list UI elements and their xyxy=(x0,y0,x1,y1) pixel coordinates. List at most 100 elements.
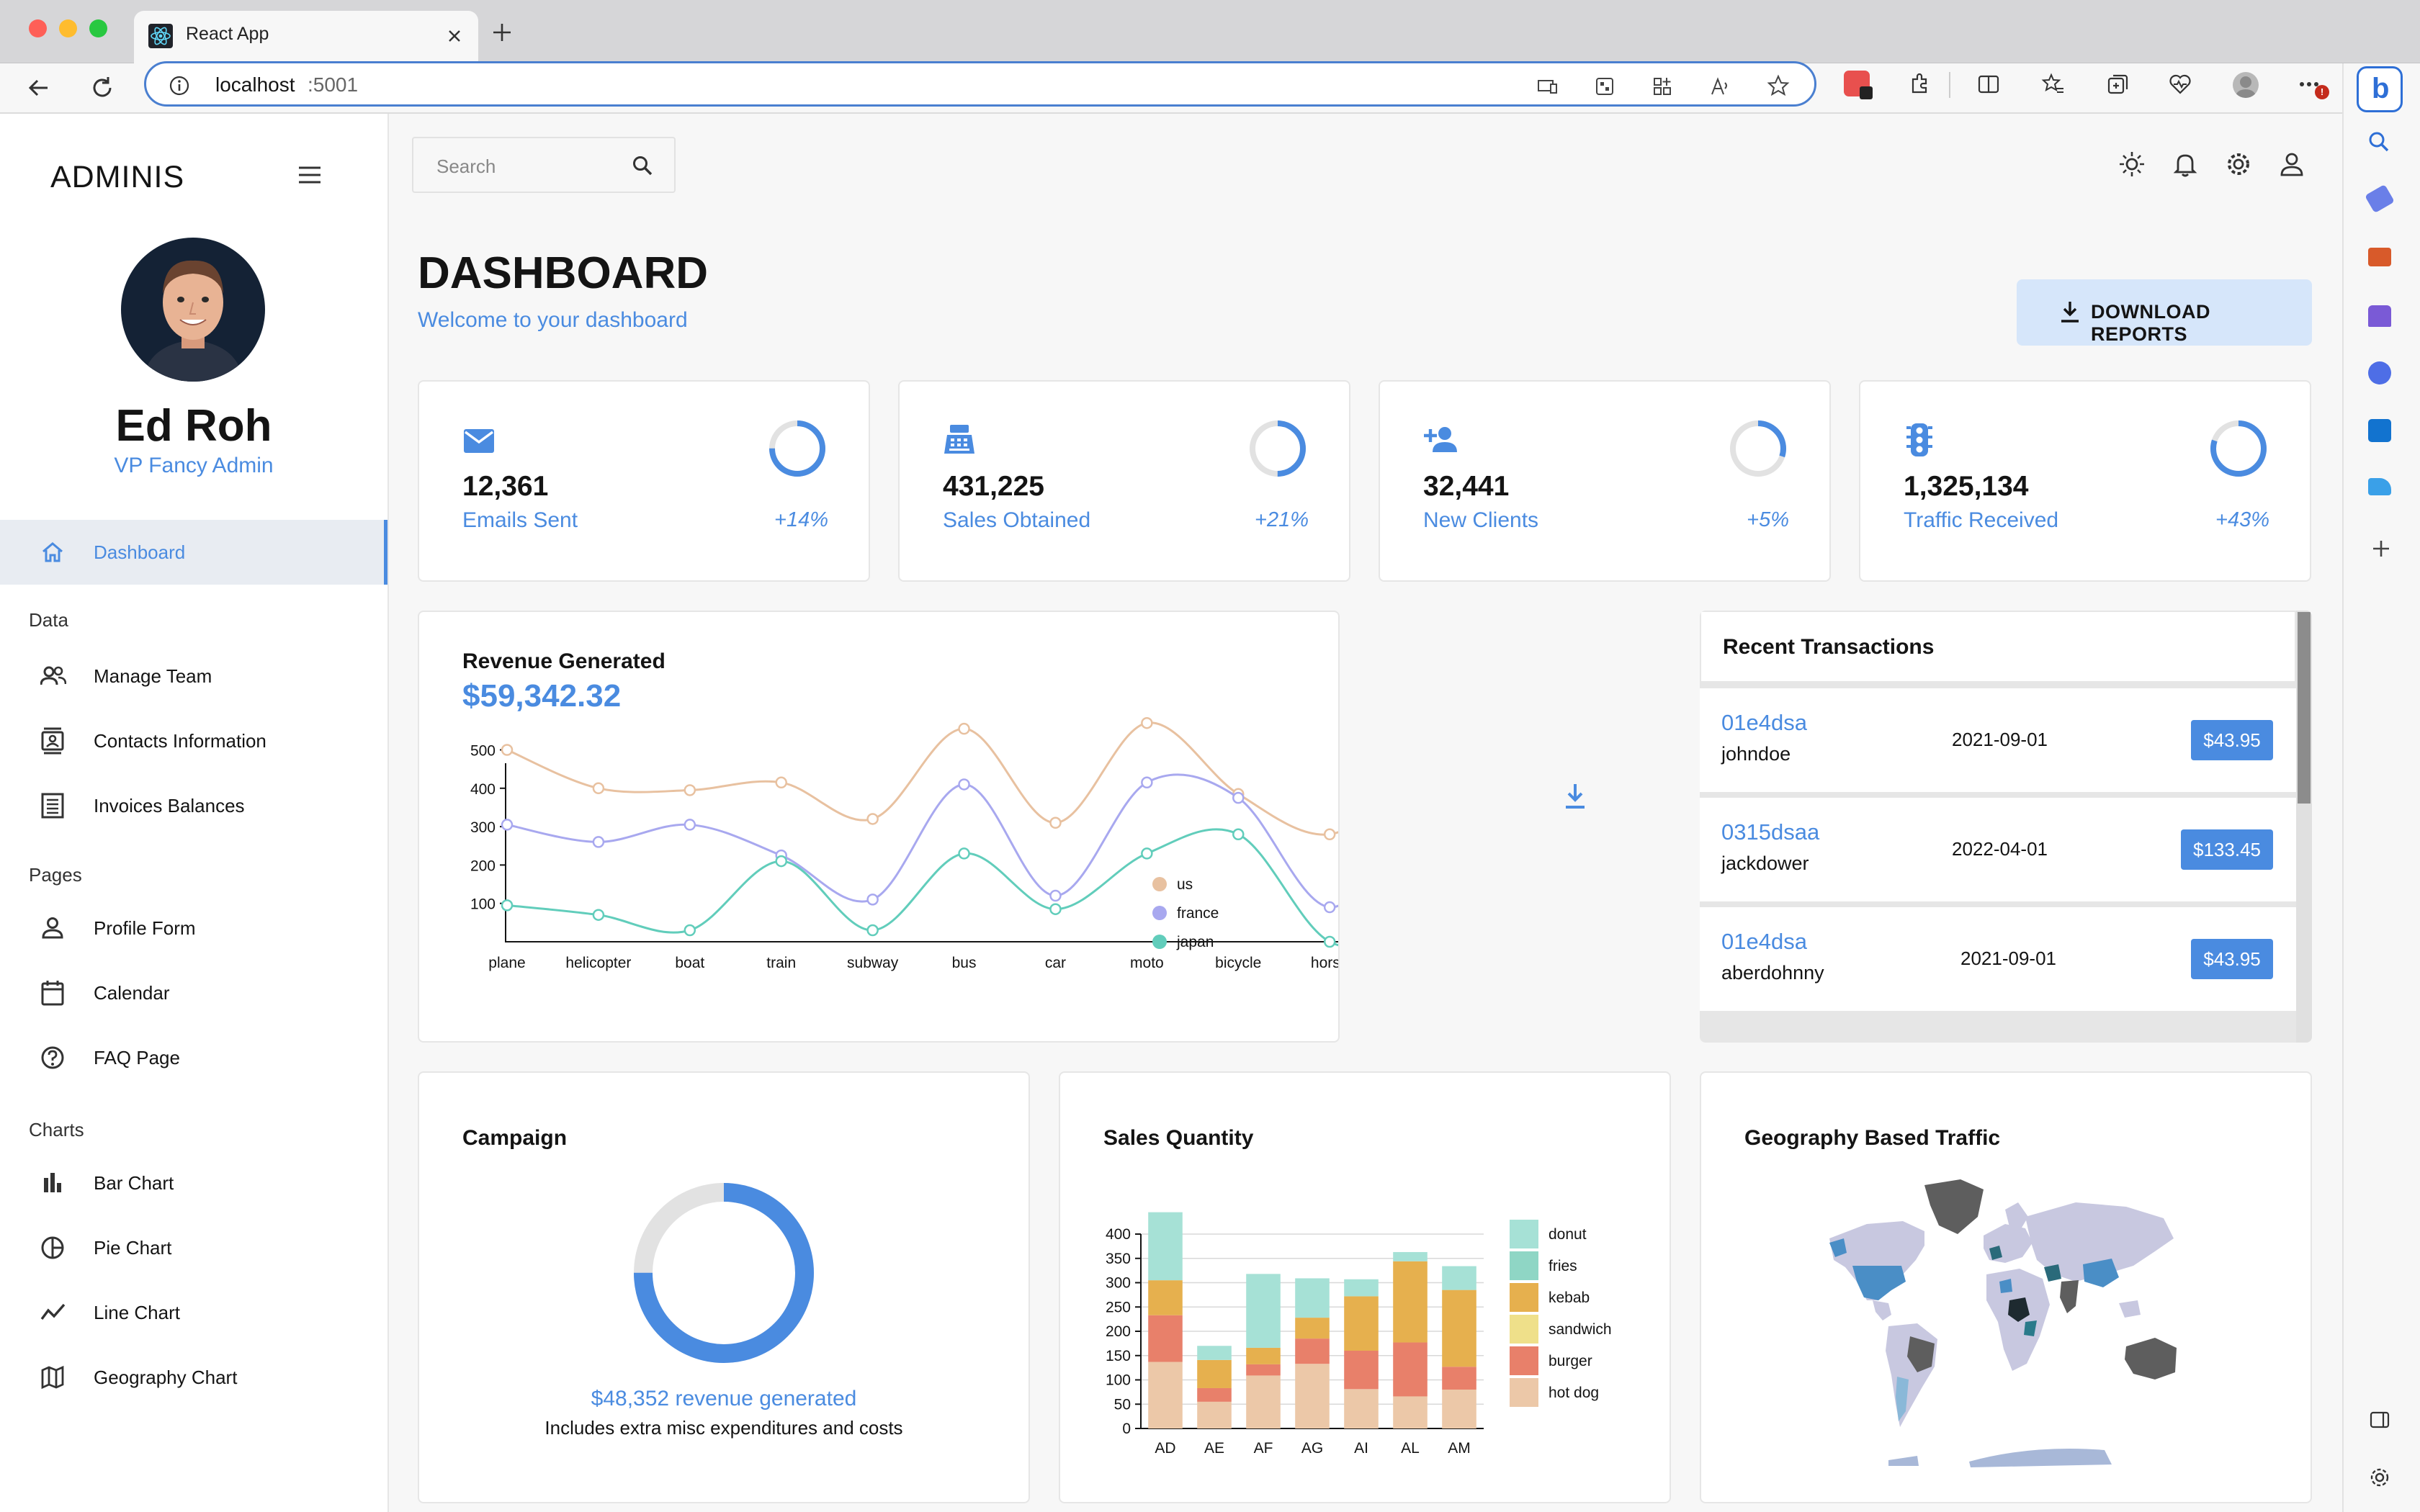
section-data: Data xyxy=(29,609,68,631)
extensions-icon[interactable] xyxy=(1907,72,1932,96)
sidebar-item-line-chart[interactable]: Line Chart xyxy=(0,1280,387,1345)
settings-icon[interactable] xyxy=(2224,150,2253,179)
drop-icon[interactable] xyxy=(2368,478,2391,495)
x-tick-label: AD xyxy=(1155,1440,1175,1457)
y-tick-label: 100 xyxy=(1106,1372,1131,1389)
download-label: DOWNLOAD REPORTS xyxy=(2091,301,2210,345)
bar-segment-kebab xyxy=(1442,1290,1476,1367)
qr-code-icon[interactable] xyxy=(1594,76,1615,97)
tab-title: React App xyxy=(186,24,269,44)
bar-segment-hot-dog xyxy=(1295,1364,1330,1428)
account-icon[interactable] xyxy=(2277,150,2306,179)
minimize-window-button[interactable] xyxy=(59,19,77,37)
data-point xyxy=(684,784,696,796)
copilot-button[interactable]: b xyxy=(2357,66,2403,112)
data-point xyxy=(1049,903,1062,915)
outlook-icon[interactable] xyxy=(2368,419,2391,442)
microsoft365-icon[interactable] xyxy=(2368,361,2391,384)
transaction-cost: $133.45 xyxy=(2181,829,2273,870)
address-bar[interactable]: localhost :5001 xyxy=(144,61,1816,107)
transaction-row[interactable]: 0315dsaa jackdower 2022-04-01 $133.45 xyxy=(1700,798,2296,901)
legend-label: donut xyxy=(1549,1226,1587,1243)
sidebar-settings-icon[interactable] xyxy=(2368,1466,2391,1489)
x-tick-label: AG xyxy=(1301,1440,1323,1457)
sidebar-item-label: Dashboard xyxy=(94,541,186,563)
sidebar-item-bar-chart[interactable]: Bar Chart xyxy=(0,1151,387,1215)
y-tick-label: 100 xyxy=(470,896,496,913)
sidebar-item-geography-chart[interactable]: Geography Chart xyxy=(0,1345,387,1410)
sidebar-item-invoices[interactable]: Invoices Balances xyxy=(0,773,387,838)
y-tick-label: 300 xyxy=(470,819,496,836)
stat-increase: +5% xyxy=(1747,508,1789,531)
legend-label: burger xyxy=(1549,1353,1592,1369)
x-tick-label: AM xyxy=(1448,1440,1471,1457)
favorites-icon[interactable] xyxy=(2041,72,2066,96)
transaction-row[interactable]: 01e4dsa johndoe 2021-09-01 $43.95 xyxy=(1700,688,2296,792)
sidebar-item-faq[interactable]: FAQ Page xyxy=(0,1025,387,1090)
close-window-button[interactable] xyxy=(29,19,47,37)
react-icon xyxy=(148,24,173,48)
bar-chart-icon xyxy=(44,1173,61,1192)
collections-icon[interactable] xyxy=(2106,72,2130,96)
browser-essentials-icon[interactable] xyxy=(2168,72,2192,96)
data-point xyxy=(592,909,605,921)
campaign-revenue: $48,352 revenue generated xyxy=(591,1387,857,1410)
browser-tab[interactable]: React App xyxy=(134,11,478,63)
bar-segment-donut xyxy=(1148,1212,1183,1281)
x-tick-label: train xyxy=(766,955,796,971)
menu-icon[interactable] xyxy=(297,164,323,186)
favorite-star-icon[interactable] xyxy=(1767,74,1790,97)
notifications-icon[interactable] xyxy=(2171,150,2200,179)
person-add-icon xyxy=(1424,427,1457,452)
tools-briefcase-icon[interactable] xyxy=(2368,248,2391,266)
close-tab-icon[interactable] xyxy=(447,28,462,44)
maximize-window-button[interactable] xyxy=(89,19,107,37)
contacts-icon xyxy=(41,727,64,755)
transaction-user: aberdohnny xyxy=(1721,962,1824,984)
download-revenue-icon[interactable] xyxy=(1562,782,1588,811)
split-screen-icon[interactable] xyxy=(1976,72,2001,96)
stat-value: 12,361 xyxy=(462,471,549,502)
data-point xyxy=(684,819,696,831)
hide-sidebar-icon[interactable] xyxy=(2368,1408,2391,1431)
app-available-icon[interactable] xyxy=(1536,76,1558,97)
apps-icon[interactable] xyxy=(1652,76,1673,97)
data-point xyxy=(1141,776,1153,789)
search-sidebar-icon[interactable] xyxy=(2367,130,2391,154)
map-icon xyxy=(41,1365,64,1390)
sidebar-item-manage-team[interactable]: Manage Team xyxy=(0,644,387,708)
data-point xyxy=(1323,828,1336,841)
sidebar-item-dashboard[interactable]: Dashboard xyxy=(0,520,387,585)
bar-segment-hot-dog xyxy=(1197,1401,1232,1428)
bar-segment-hot-dog xyxy=(1344,1389,1379,1428)
sidebar-item-profile-form[interactable]: Profile Form xyxy=(0,896,387,960)
info-icon[interactable] xyxy=(169,75,190,96)
data-point xyxy=(1323,935,1336,948)
data-point xyxy=(592,782,605,795)
back-icon[interactable] xyxy=(26,75,52,101)
sidebar-item-contacts[interactable]: Contacts Information xyxy=(0,708,387,773)
map-greenland xyxy=(1924,1179,1984,1234)
download-reports-button[interactable]: DOWNLOAD REPORTS xyxy=(2017,279,2312,346)
sidebar: ADMINIS Ed Roh VP Fancy Admin Dashboard … xyxy=(0,114,389,1512)
data-point xyxy=(866,813,879,825)
new-tab-icon[interactable] xyxy=(491,22,513,43)
transaction-date: 2021-09-01 xyxy=(1952,729,2048,750)
search-icon[interactable] xyxy=(631,154,654,177)
reload-icon[interactable] xyxy=(89,75,115,101)
read-aloud-icon[interactable] xyxy=(1709,76,1731,97)
add-sidebar-app-icon[interactable] xyxy=(2371,539,2391,559)
data-point xyxy=(775,776,787,789)
games-icon[interactable] xyxy=(2368,305,2391,327)
profile-avatar-icon[interactable] xyxy=(2233,72,2259,98)
scrollbar-track[interactable] xyxy=(2296,611,2312,1043)
light-mode-icon[interactable] xyxy=(2118,150,2146,179)
transaction-row[interactable]: 01e4dsa aberdohnny 2021-09-01 $43.95 xyxy=(1700,907,2296,1011)
campaign-title: Campaign xyxy=(462,1126,568,1150)
x-tick-label: bus xyxy=(952,955,977,971)
sidebar-item-calendar[interactable]: Calendar xyxy=(0,960,387,1025)
sidebar-item-pie-chart[interactable]: Pie Chart xyxy=(0,1215,387,1280)
search-input[interactable]: Search xyxy=(436,156,496,178)
email-icon xyxy=(464,429,494,453)
scrollbar-thumb[interactable] xyxy=(2298,612,2311,804)
